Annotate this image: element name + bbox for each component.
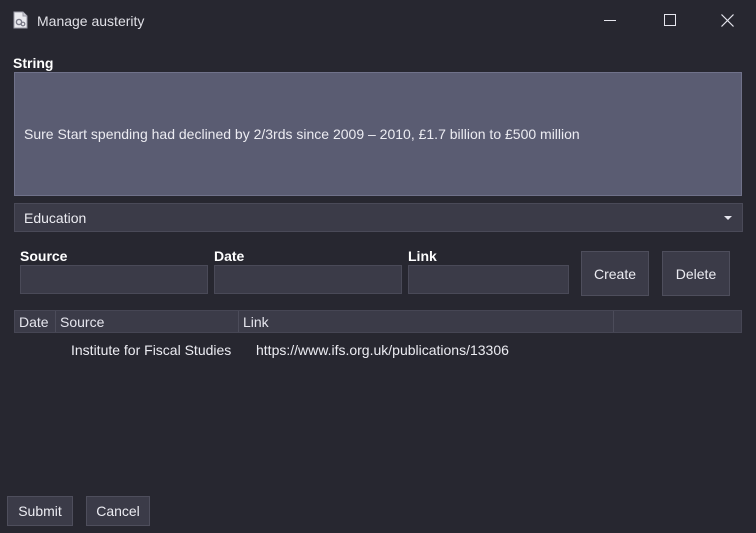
source-input[interactable] (20, 265, 208, 294)
sources-table-header: Date Source Link (14, 310, 742, 333)
row-source-cell: Institute for Fiscal Studies (71, 342, 232, 358)
date-input[interactable] (214, 265, 402, 294)
create-button[interactable]: Create (581, 251, 649, 296)
string-text-area[interactable]: Sure Start spending had declined by 2/3r… (14, 72, 742, 196)
string-label: String (13, 55, 54, 71)
cancel-button[interactable]: Cancel (86, 496, 150, 526)
minimize-icon (604, 20, 616, 21)
column-header-link[interactable]: Link (243, 314, 269, 330)
delete-button[interactable]: Delete (662, 251, 730, 296)
link-label: Link (408, 248, 437, 264)
chevron-down-icon (724, 216, 732, 220)
submit-button[interactable]: Submit (7, 496, 73, 526)
maximize-button[interactable] (647, 4, 693, 36)
document-gear-icon (13, 11, 28, 29)
category-selected-value: Education (24, 209, 87, 226)
close-icon (720, 13, 734, 27)
maximize-icon (664, 14, 676, 26)
column-divider[interactable] (238, 311, 239, 332)
column-header-date[interactable]: Date (19, 314, 49, 330)
category-dropdown[interactable]: Education (14, 203, 743, 232)
column-divider[interactable] (613, 311, 614, 332)
column-divider[interactable] (55, 311, 56, 332)
string-text: Sure Start spending had declined by 2/3r… (24, 126, 580, 142)
table-row[interactable]: Institute for Fiscal Studies https://www… (14, 338, 742, 360)
date-label: Date (214, 248, 245, 264)
column-header-source[interactable]: Source (60, 314, 104, 330)
source-label: Source (20, 248, 68, 264)
link-input[interactable] (408, 265, 569, 294)
minimize-button[interactable] (587, 4, 633, 36)
window-title: Manage austerity (37, 13, 145, 29)
close-button[interactable] (704, 4, 750, 36)
row-link-cell: https://www.ifs.org.uk/publications/1330… (256, 342, 509, 358)
title-bar: Manage austerity (0, 0, 756, 40)
